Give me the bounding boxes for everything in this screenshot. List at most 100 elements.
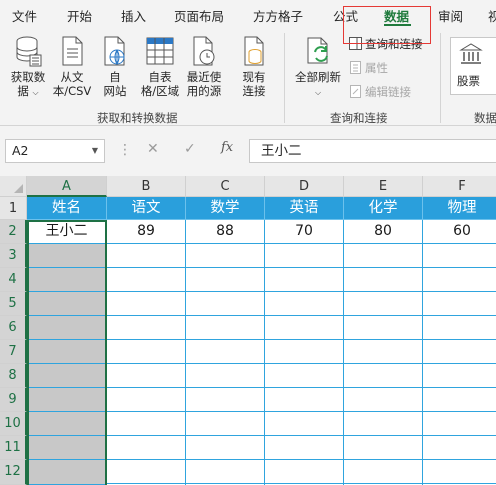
cell-a2[interactable]: 王小二 bbox=[27, 220, 107, 244]
get-data-label-1: 获取数 bbox=[10, 70, 46, 84]
edit-links-icon bbox=[349, 85, 362, 98]
cell-a5[interactable] bbox=[27, 292, 107, 316]
from-text-csv-button[interactable]: 从文 本/CSV bbox=[50, 35, 94, 98]
row-header-8[interactable]: 8 bbox=[0, 364, 27, 388]
stocks-button[interactable]: 股票 bbox=[450, 37, 496, 95]
get-data-button[interactable]: 获取数 据 ⌵ bbox=[6, 35, 50, 100]
cell-d1[interactable]: 英语 bbox=[265, 197, 344, 220]
select-all-corner[interactable] bbox=[0, 176, 27, 197]
cell-a7[interactable] bbox=[27, 340, 107, 364]
cell-a6[interactable] bbox=[27, 316, 107, 340]
tab-fangfang[interactable]: 方方格子 bbox=[253, 6, 303, 25]
cell-b1[interactable]: 语文 bbox=[107, 197, 186, 220]
get-data-label-2: 据 bbox=[17, 84, 29, 98]
tab-data[interactable]: 数据 bbox=[384, 6, 409, 25]
bank-icon bbox=[459, 43, 483, 64]
column-header-e[interactable]: E bbox=[344, 176, 423, 197]
column-header-a[interactable]: A bbox=[27, 176, 107, 197]
group-label-queries: 查询和连接 bbox=[330, 111, 388, 125]
from-table-label-1: 自表 bbox=[148, 70, 172, 84]
cell-e1[interactable]: 化学 bbox=[344, 197, 423, 220]
row-header-10[interactable]: 10 bbox=[0, 412, 27, 436]
column-header-d[interactable]: D bbox=[265, 176, 344, 197]
refresh-icon bbox=[307, 37, 328, 64]
group-label-get-transform: 获取和转换数据 bbox=[97, 111, 178, 125]
from-table-label-2: 格/区域 bbox=[140, 84, 180, 98]
cell-a8[interactable] bbox=[27, 364, 107, 388]
from-csv-label-2: 本/CSV bbox=[52, 84, 92, 98]
row-header-6[interactable]: 6 bbox=[0, 316, 27, 340]
cell-a12[interactable] bbox=[27, 460, 107, 485]
row-header-7[interactable]: 7 bbox=[0, 340, 27, 364]
queries-panel-icon bbox=[349, 37, 362, 50]
cell-c2[interactable]: 88 bbox=[186, 220, 265, 244]
recent-sources-label-1: 最近使 bbox=[186, 70, 222, 84]
cell-a9[interactable] bbox=[27, 388, 107, 412]
tab-home[interactable]: 开始 bbox=[67, 6, 92, 25]
queries-connections-button[interactable]: 查询和连接 bbox=[349, 36, 423, 52]
edit-links-button[interactable]: 编辑链接 bbox=[349, 84, 411, 100]
cancel-icon[interactable]: ✕ bbox=[147, 141, 159, 157]
ribbon-tabs: 文件 开始 插入 页面布局 方方格子 公式 数据 审阅 视 bbox=[0, 0, 496, 27]
formula-input[interactable]: 王小二 bbox=[249, 139, 496, 163]
cell-a4[interactable] bbox=[27, 268, 107, 292]
chevron-down-icon[interactable]: ▼ bbox=[92, 140, 98, 162]
cell-a11[interactable] bbox=[27, 436, 107, 460]
enter-icon[interactable]: ✓ bbox=[184, 141, 196, 157]
properties-icon bbox=[349, 61, 362, 74]
cell-d2[interactable]: 70 bbox=[265, 220, 344, 244]
column-header-c[interactable]: C bbox=[186, 176, 265, 197]
recent-sources-button[interactable]: 最近使 用的源 bbox=[182, 35, 226, 98]
table-icon bbox=[146, 37, 174, 65]
cell-a3[interactable] bbox=[27, 244, 107, 268]
row-header-2[interactable]: 2 bbox=[0, 220, 27, 244]
active-tab-indicator bbox=[384, 24, 411, 26]
ribbon: 获取数 据 ⌵ 从文 本/CSV 自 网站 自表 格/区域 最近使 用的源 现有… bbox=[0, 27, 496, 126]
cell-e2[interactable]: 80 bbox=[344, 220, 423, 244]
group-divider bbox=[440, 33, 441, 123]
cell-f2[interactable]: 60 bbox=[423, 220, 496, 244]
tab-insert[interactable]: 插入 bbox=[121, 6, 146, 25]
chevron-down-icon: ⌵ bbox=[32, 88, 39, 97]
cell-b2[interactable]: 89 bbox=[107, 220, 186, 244]
insert-function-icon[interactable]: fx bbox=[221, 140, 233, 155]
tab-view[interactable]: 视 bbox=[488, 6, 496, 25]
tab-file[interactable]: 文件 bbox=[12, 6, 37, 25]
from-csv-label-1: 从文 bbox=[60, 70, 84, 84]
tab-page-layout[interactable]: 页面布局 bbox=[174, 6, 224, 25]
tab-formulas[interactable]: 公式 bbox=[333, 6, 358, 25]
existing-conn-label-2: 连接 bbox=[242, 84, 266, 98]
row-header-5[interactable]: 5 bbox=[0, 292, 27, 316]
row-header-11[interactable]: 11 bbox=[0, 436, 27, 460]
empty-cell-area[interactable] bbox=[107, 244, 496, 485]
row-header-3[interactable]: 3 bbox=[0, 244, 27, 268]
column-header-f[interactable]: F bbox=[423, 176, 496, 197]
existing-connections-button[interactable]: 现有 连接 bbox=[236, 35, 272, 98]
name-box[interactable]: A2 ▼ bbox=[5, 139, 105, 163]
properties-button[interactable]: 属性 bbox=[349, 60, 388, 76]
web-file-icon bbox=[104, 36, 125, 66]
from-web-button[interactable]: 自 网站 bbox=[98, 35, 132, 98]
column-header-b[interactable]: B bbox=[107, 176, 186, 197]
properties-label: 属性 bbox=[365, 61, 388, 75]
refresh-all-button[interactable]: 全部刷新 ⌵ bbox=[290, 35, 346, 100]
from-web-label-1: 自 bbox=[109, 70, 121, 84]
cell-a10[interactable] bbox=[27, 412, 107, 436]
refresh-all-label: 全部刷新 bbox=[295, 70, 341, 84]
cell-a1[interactable]: 姓名 bbox=[27, 197, 107, 220]
cell-f1[interactable]: 物理 bbox=[423, 197, 496, 220]
tab-review[interactable]: 审阅 bbox=[438, 6, 463, 25]
from-table-button[interactable]: 自表 格/区域 bbox=[138, 35, 182, 98]
chevron-down-icon: ⌵ bbox=[314, 88, 322, 97]
row-header-4[interactable]: 4 bbox=[0, 268, 27, 292]
name-box-value: A2 bbox=[12, 143, 29, 158]
recent-file-icon bbox=[193, 36, 215, 66]
more-options-icon[interactable]: ⋮ bbox=[118, 142, 132, 158]
row-header-9[interactable]: 9 bbox=[0, 388, 27, 412]
cell-c1[interactable]: 数学 bbox=[186, 197, 265, 220]
row-header-1[interactable]: 1 bbox=[0, 197, 27, 220]
worksheet-grid[interactable]: A B C D E F 1 2 3 4 5 6 7 8 9 10 11 12 姓… bbox=[0, 176, 496, 485]
database-icon bbox=[16, 36, 42, 67]
text-file-icon bbox=[62, 36, 83, 66]
row-header-12[interactable]: 12 bbox=[0, 460, 27, 485]
